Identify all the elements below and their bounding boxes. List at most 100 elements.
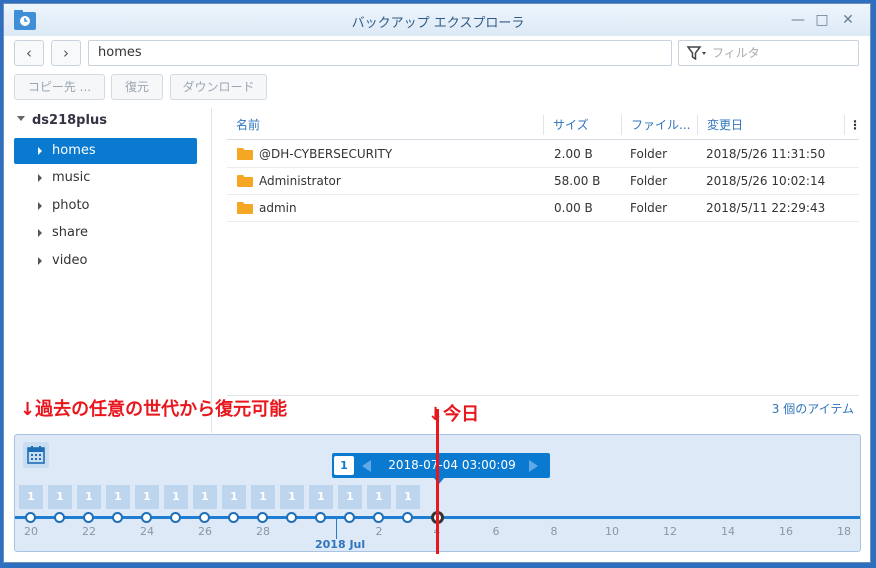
chevron-down-icon[interactable] <box>17 116 25 121</box>
sidebar-item-music[interactable]: music <box>14 165 197 191</box>
row-size: 0.00 B <box>554 201 593 215</box>
row-name: Administrator <box>259 174 341 188</box>
copy-to-button[interactable]: コピー先 ... <box>14 74 105 100</box>
filter-input[interactable]: フィルタ <box>678 40 859 66</box>
chevron-right-icon[interactable] <box>38 202 42 210</box>
sidebar-divider[interactable] <box>211 108 212 433</box>
backup-point[interactable] <box>141 512 152 523</box>
sidebar-item-label: video <box>52 253 88 268</box>
item-count: 3 個のアイテム <box>771 402 854 416</box>
row-modified: 2018/5/11 22:29:43 <box>706 201 826 215</box>
filter-placeholder: フィルタ <box>712 46 760 60</box>
column-header-modified[interactable]: 変更日 <box>698 111 843 139</box>
sidebar: ds218plus homes music photo share video <box>4 108 211 433</box>
backup-count-badge[interactable]: 1 <box>77 485 101 509</box>
timeline-tick: 8 <box>550 525 558 538</box>
path-field[interactable]: homes <box>88 40 672 66</box>
sidebar-item-label: photo <box>52 198 90 213</box>
backup-point[interactable] <box>315 512 326 523</box>
timeline-tick: 18 <box>837 525 851 538</box>
backup-count-badge[interactable]: 1 <box>48 485 72 509</box>
backup-count-badge[interactable]: 1 <box>338 485 362 509</box>
row-type: Folder <box>630 174 668 188</box>
status-divider <box>227 395 859 396</box>
backup-point[interactable] <box>112 512 123 523</box>
backup-point[interactable] <box>25 512 36 523</box>
backup-count-badge[interactable]: 1 <box>367 485 391 509</box>
table-row[interactable]: admin 0.00 B Folder 2018/5/11 22:29:43 <box>227 195 859 222</box>
filter-icon[interactable] <box>687 46 707 60</box>
timeline-tick: 6 <box>492 525 500 538</box>
backup-count-badge[interactable]: 1 <box>280 485 304 509</box>
timeline-tick: 2 <box>375 525 383 538</box>
backup-point[interactable] <box>373 512 384 523</box>
window-title: バックアップ エクスプローラ <box>351 16 525 31</box>
version-selector: 1 2018-07-04 03:00:09 <box>332 453 550 484</box>
selected-version-datetime: 2018-07-04 03:00:09 <box>388 458 516 472</box>
backup-explorer-window: バックアップ エクスプローラ — □ ✕ ‹ › homes フィルタ コピー先… <box>3 3 871 563</box>
calendar-button[interactable] <box>23 442 49 468</box>
chevron-right-icon[interactable] <box>38 257 42 265</box>
month-label: 2018 Jul <box>315 538 366 551</box>
backup-point[interactable] <box>199 512 210 523</box>
backup-point[interactable] <box>344 512 355 523</box>
annotation-restore-note: ↓過去の任意の世代から復元可能 <box>20 399 288 420</box>
sidebar-item-video[interactable]: video <box>14 248 197 274</box>
chevron-right-icon[interactable] <box>38 229 42 237</box>
download-button[interactable]: ダウンロード <box>170 74 267 100</box>
backup-count-badge[interactable]: 1 <box>251 485 275 509</box>
action-toolbar: コピー先 ... 復元 ダウンロード <box>4 72 870 104</box>
backup-count-badge[interactable]: 1 <box>193 485 217 509</box>
backup-count-badge[interactable]: 1 <box>222 485 246 509</box>
backup-point[interactable] <box>286 512 297 523</box>
timeline-tick: 10 <box>605 525 619 538</box>
backup-count-badge[interactable]: 1 <box>19 485 43 509</box>
sidebar-item-homes[interactable]: homes <box>14 138 197 164</box>
row-modified: 2018/5/26 10:02:14 <box>706 174 826 188</box>
backup-count-badge[interactable]: 1 <box>106 485 130 509</box>
backup-point[interactable] <box>83 512 94 523</box>
timeline-tick: 16 <box>779 525 793 538</box>
column-header-name[interactable]: 名前 <box>227 111 542 139</box>
backup-count-badge[interactable]: 1 <box>164 485 188 509</box>
sidebar-item-photo[interactable]: photo <box>14 193 197 219</box>
sidebar-item-share[interactable]: share <box>14 220 197 246</box>
timeline-tick: 24 <box>140 525 154 538</box>
column-header-size[interactable]: サイズ <box>544 111 620 139</box>
previous-version-icon[interactable] <box>362 460 371 472</box>
calendar-icon[interactable] <box>23 442 49 468</box>
backup-point[interactable] <box>54 512 65 523</box>
month-marker <box>336 519 337 539</box>
table-row[interactable]: Administrator 58.00 B Folder 2018/5/26 1… <box>227 168 859 195</box>
backup-count-badge[interactable]: 1 <box>396 485 420 509</box>
back-button[interactable]: ‹ <box>14 40 44 66</box>
timeline-tick: 14 <box>721 525 735 538</box>
timeline-tick: 22 <box>82 525 96 538</box>
folder-icon <box>237 175 253 187</box>
close-icon[interactable]: ✕ <box>839 11 857 29</box>
chevron-right-icon[interactable] <box>38 147 42 155</box>
sidebar-item-label: share <box>52 225 89 240</box>
version-count-badge: 1 <box>334 456 354 475</box>
restore-button[interactable]: 復元 <box>111 74 163 100</box>
row-modified: 2018/5/26 11:31:50 <box>706 147 826 161</box>
row-type: Folder <box>630 147 668 161</box>
backup-point[interactable] <box>228 512 239 523</box>
backup-point[interactable] <box>402 512 413 523</box>
backup-count-badge[interactable]: 1 <box>135 485 159 509</box>
maximize-icon[interactable]: □ <box>813 11 831 29</box>
next-version-icon[interactable] <box>529 460 538 472</box>
forward-button[interactable]: › <box>51 40 81 66</box>
table-row[interactable]: @DH-CYBERSECURITY 2.00 B Folder 2018/5/2… <box>227 141 859 168</box>
timeline-tick: 28 <box>256 525 270 538</box>
column-header-type[interactable]: ファイル... <box>622 111 696 139</box>
chevron-right-icon[interactable] <box>38 174 42 182</box>
backup-point[interactable] <box>170 512 181 523</box>
backup-point[interactable] <box>257 512 268 523</box>
sidebar-root-label: ds218plus <box>32 113 107 128</box>
backup-count-badge[interactable]: 1 <box>309 485 333 509</box>
title-bar[interactable]: バックアップ エクスプローラ — □ ✕ <box>4 4 870 36</box>
minimize-icon[interactable]: — <box>789 11 807 29</box>
column-menu-icon[interactable]: ⋮ <box>845 111 859 139</box>
row-size: 58.00 B <box>554 174 601 188</box>
